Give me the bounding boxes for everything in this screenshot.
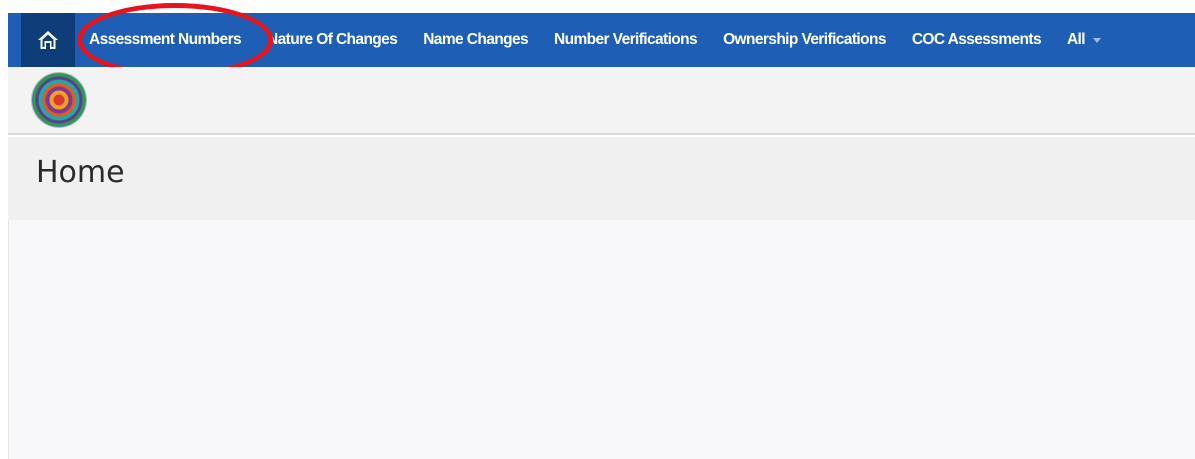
nav-name-changes[interactable]: Name Changes — [410, 13, 541, 67]
nav-number-verifications[interactable]: Number Verifications — [541, 13, 710, 67]
page-header: Home — [8, 137, 1195, 220]
mandala-logo-icon[interactable] — [32, 73, 86, 127]
nav-assessment-numbers[interactable]: Assessment Numbers — [75, 13, 254, 67]
home-button[interactable] — [21, 13, 75, 67]
nav-all-dropdown[interactable]: All — [1054, 13, 1114, 67]
page-title: Home — [36, 155, 125, 190]
caret-down-icon — [1092, 37, 1101, 43]
logo-bar — [8, 67, 1195, 135]
nav-ownership-verifications[interactable]: Ownership Verifications — [710, 13, 899, 67]
main-content — [8, 220, 1195, 459]
top-navbar: Assessment Numbers Nature Of Changes Nam… — [8, 13, 1195, 67]
nav-all-label: All — [1066, 31, 1086, 48]
home-icon — [38, 31, 58, 49]
nav-nature-of-changes[interactable]: Nature Of Changes — [254, 13, 410, 67]
nav-coc-assessments[interactable]: COC Assessments — [899, 13, 1054, 67]
